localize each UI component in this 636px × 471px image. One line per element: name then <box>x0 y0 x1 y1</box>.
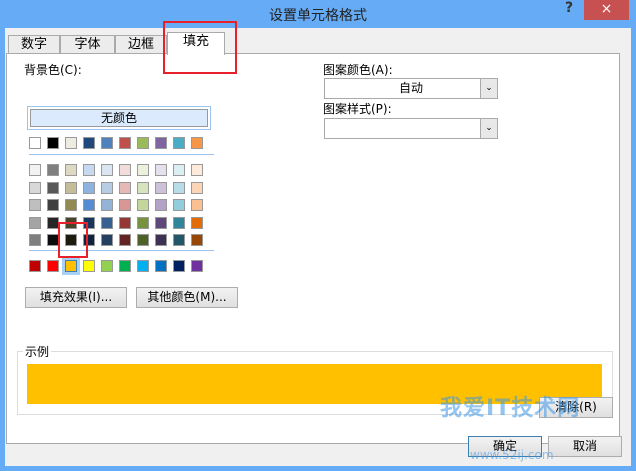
color-swatch-tint[interactable] <box>29 234 41 246</box>
color-swatch-tint[interactable] <box>101 164 113 176</box>
palette-divider <box>29 250 214 251</box>
more-colors-button[interactable]: 其他颜色(M)... <box>136 287 238 308</box>
color-swatch-theme[interactable] <box>155 137 167 149</box>
color-swatch-tint[interactable] <box>137 234 149 246</box>
color-swatch-tint[interactable] <box>155 164 167 176</box>
color-swatch-tint[interactable] <box>155 216 167 229</box>
color-swatch-tint[interactable] <box>119 216 131 229</box>
color-swatch-tint[interactable] <box>173 199 185 211</box>
pattern-style-select[interactable]: ⌄ <box>324 118 498 139</box>
color-swatch-tint[interactable] <box>137 199 149 211</box>
pattern-style-label: 图案样式(P): <box>323 102 392 116</box>
background-color-label: 背景色(C): <box>24 63 82 77</box>
color-swatch-theme[interactable] <box>83 137 95 149</box>
color-swatch-tint[interactable] <box>119 234 131 246</box>
color-swatch-tint[interactable] <box>83 181 95 194</box>
chevron-down-icon[interactable]: ⌄ <box>480 119 497 138</box>
color-swatch-tint[interactable] <box>47 199 59 211</box>
color-swatch-tint[interactable] <box>191 164 203 176</box>
color-swatch-tint[interactable] <box>137 216 149 229</box>
color-swatch-tint[interactable] <box>65 199 77 211</box>
color-swatch-tint[interactable] <box>119 199 131 211</box>
pattern-color-value: 自动 <box>398 81 423 95</box>
watermark: 我爱IT技术网 <box>440 396 581 421</box>
color-swatch-standard[interactable] <box>119 260 131 272</box>
color-swatch-standard[interactable] <box>137 260 149 272</box>
color-swatch-tint[interactable] <box>47 181 59 194</box>
fill-panel: 背景色(C): 无颜色 填充效果(I)... 其他颜色(M)... 图案颜色(A… <box>6 53 620 444</box>
color-swatch-tint[interactable] <box>83 164 95 176</box>
color-swatch-tint[interactable] <box>29 199 41 211</box>
color-swatch-tint[interactable] <box>137 164 149 176</box>
color-swatch-standard[interactable] <box>101 260 113 272</box>
highlight-box-swatch <box>58 222 88 258</box>
color-swatch-theme[interactable] <box>173 137 185 149</box>
dialog-title: 设置单元格格式 <box>269 8 367 24</box>
tab-number[interactable]: 数字 <box>8 35 60 54</box>
color-swatch-tint[interactable] <box>155 199 167 211</box>
color-swatch-theme[interactable] <box>101 137 113 149</box>
color-swatch-standard[interactable] <box>155 260 167 272</box>
pattern-color-select[interactable]: 自动 ⌄ <box>324 78 498 99</box>
help-button[interactable]: ? <box>565 0 573 16</box>
color-swatch-tint[interactable] <box>101 234 113 246</box>
pattern-color-label: 图案颜色(A): <box>323 63 393 77</box>
palette-divider <box>29 154 214 155</box>
color-swatch-tint[interactable] <box>173 181 185 194</box>
color-swatch-tint[interactable] <box>101 216 113 229</box>
watermark-url: www.52ij.com <box>470 448 554 462</box>
color-swatch-tint[interactable] <box>29 164 41 176</box>
no-color-button[interactable]: 无颜色 <box>27 106 211 130</box>
color-swatch-tint[interactable] <box>119 181 131 194</box>
close-button[interactable]: × <box>584 0 629 20</box>
color-swatch-tint[interactable] <box>173 216 185 229</box>
color-swatch-tint[interactable] <box>191 234 203 246</box>
color-swatch-theme[interactable] <box>191 137 203 149</box>
format-cells-dialog: 设置单元格格式 ? × 数字 字体 边框 填充 背景色(C): 无颜色 填充效果… <box>0 0 636 471</box>
color-swatch-tint[interactable] <box>101 199 113 211</box>
color-swatch-theme[interactable] <box>137 137 149 149</box>
color-swatch-standard[interactable] <box>47 260 59 272</box>
color-swatch-tint[interactable] <box>191 181 203 194</box>
color-swatch-standard[interactable] <box>191 260 203 272</box>
fill-effects-button[interactable]: 填充效果(I)... <box>25 287 127 308</box>
color-swatch-theme[interactable] <box>65 137 77 149</box>
color-swatch-theme[interactable] <box>47 137 59 149</box>
tab-border[interactable]: 边框 <box>115 35 167 54</box>
color-swatch-tint[interactable] <box>47 164 59 176</box>
color-swatch-standard[interactable] <box>62 257 80 275</box>
tab-fill[interactable]: 填充 <box>167 32 225 55</box>
color-swatch-tint[interactable] <box>173 234 185 246</box>
color-swatch-tint[interactable] <box>155 181 167 194</box>
color-swatch-tint[interactable] <box>119 164 131 176</box>
color-swatch-tint[interactable] <box>29 181 41 194</box>
color-swatch-tint[interactable] <box>65 181 77 194</box>
color-swatch-tint[interactable] <box>191 199 203 211</box>
chevron-down-icon[interactable]: ⌄ <box>480 79 497 98</box>
color-swatch-standard[interactable] <box>173 260 185 272</box>
color-swatch-standard[interactable] <box>83 260 95 272</box>
tab-font[interactable]: 字体 <box>60 35 115 54</box>
title-bar[interactable]: 设置单元格格式 ? × <box>0 0 636 28</box>
color-swatch-tint[interactable] <box>173 164 185 176</box>
color-swatch-theme[interactable] <box>29 137 41 149</box>
sample-label: 示例 <box>23 343 52 360</box>
color-swatch-theme[interactable] <box>119 137 131 149</box>
color-swatch-tint[interactable] <box>155 234 167 246</box>
color-swatch-tint[interactable] <box>29 216 41 229</box>
color-swatch-tint[interactable] <box>83 199 95 211</box>
cancel-button[interactable]: 取消 <box>548 436 622 457</box>
color-swatch-tint[interactable] <box>191 216 203 229</box>
color-swatch-tint[interactable] <box>137 181 149 194</box>
color-swatch-tint[interactable] <box>65 164 77 176</box>
color-swatch-tint[interactable] <box>101 181 113 194</box>
no-color-label: 无颜色 <box>30 109 208 127</box>
color-swatch-standard[interactable] <box>29 260 41 272</box>
